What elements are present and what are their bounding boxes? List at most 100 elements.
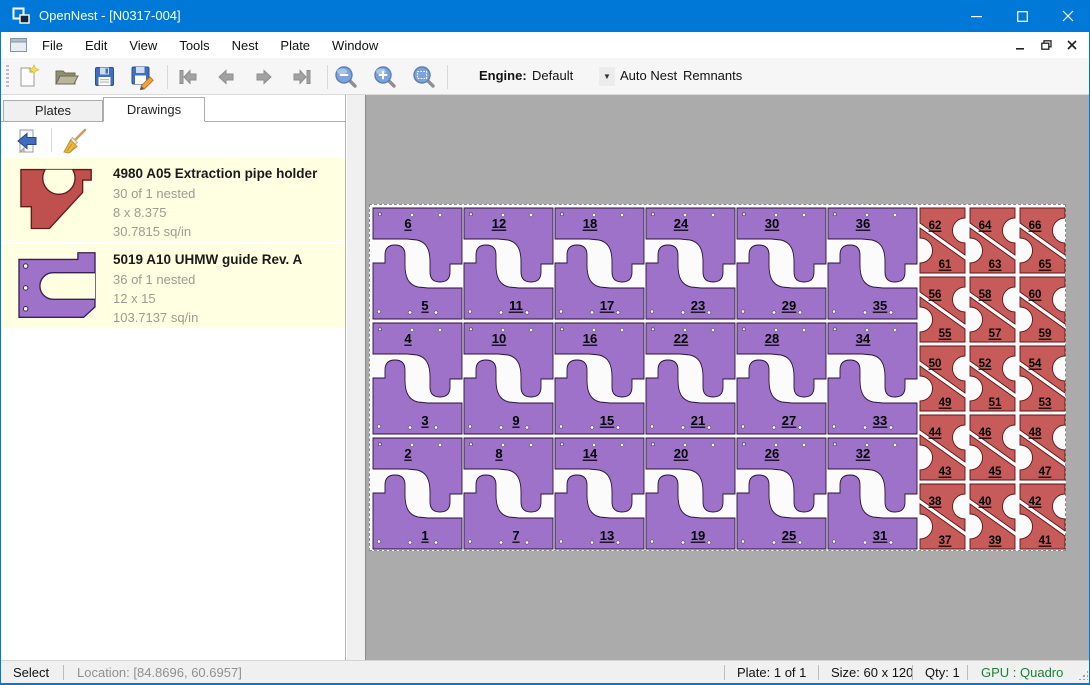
open-file-button[interactable] (51, 62, 81, 91)
nested-part-pair[interactable]: 21 (372, 437, 463, 550)
maximize-button[interactable] (999, 0, 1045, 32)
minimize-button[interactable] (953, 0, 999, 32)
nested-part-pair[interactable]: 66 65 (1018, 207, 1067, 274)
auto-nest-button[interactable]: Auto Nest (616, 58, 681, 95)
nested-part-pair[interactable]: 4241 (1018, 483, 1067, 550)
nested-part-pair[interactable]: 65 (372, 207, 463, 320)
nav-previous-button[interactable] (211, 62, 241, 91)
part-number: 49 (939, 397, 952, 409)
remnants-button[interactable]: Remnants (679, 58, 746, 95)
nested-part-pair[interactable]: 4645 (968, 414, 1017, 481)
nested-part-pair[interactable]: 43 (372, 322, 463, 435)
menu-item-window[interactable]: Window (321, 34, 389, 57)
menu-item-file[interactable]: File (31, 34, 74, 57)
save-icon (92, 64, 117, 89)
nested-part-pair[interactable]: 1413 (554, 437, 645, 550)
nested-part-pair[interactable]: 4847 (1018, 414, 1067, 481)
engine-dropdown-arrow-icon[interactable]: ▼ (599, 67, 615, 86)
nav-first-button[interactable] (173, 62, 203, 91)
drawing-list: 4980 A05 Extraction pipe holder 30 of 1 … (1, 158, 345, 330)
part-number: 35 (873, 298, 887, 313)
nested-part-pair[interactable]: 5251 (968, 345, 1017, 412)
nested-part-pair[interactable]: 3029 (736, 207, 827, 320)
part-number: 66 (1029, 220, 1042, 232)
nested-part-pair[interactable]: 3433 (827, 322, 918, 435)
menu-item-plate[interactable]: Plate (269, 34, 321, 57)
part-number: 55 (939, 328, 952, 340)
nested-part-pair[interactable]: 2625 (736, 437, 827, 550)
status-plate: Plate: 1 of 1 (737, 664, 806, 681)
nested-part-pair[interactable]: 5453 (1018, 345, 1067, 412)
part-number: 1 (421, 528, 428, 543)
nested-part-pair[interactable]: 1615 (554, 322, 645, 435)
save-as-button[interactable] (127, 62, 157, 91)
zoom-fit-button[interactable] (409, 62, 439, 91)
nested-part-pair[interactable]: 5655 (918, 276, 967, 343)
toolbar-separator (327, 65, 328, 89)
drawing-item[interactable]: 4980 A05 Extraction pipe holder 30 of 1 … (1, 158, 345, 242)
broom-icon (60, 127, 88, 155)
menu-item-edit[interactable]: Edit (74, 34, 118, 57)
panel-splitter[interactable] (347, 95, 365, 660)
import-drawing-button[interactable] (9, 125, 43, 156)
nested-part-pair[interactable]: 5049 (918, 345, 967, 412)
part-number: 65 (1039, 259, 1052, 271)
drawing-area: 30.7815 sq/in (113, 222, 317, 241)
part-number: 46 (979, 427, 992, 439)
new-file-button[interactable] (13, 62, 43, 91)
zoom-out-button[interactable] (331, 62, 361, 91)
nested-part-pair[interactable]: 2019 (645, 437, 736, 550)
drawing-item[interactable]: 5019 A10 UHMW guide Rev. A 36 of 1 neste… (1, 244, 345, 328)
nested-part-pair[interactable]: 1211 (463, 207, 554, 320)
nest-canvas[interactable]: 6512111817242330293635431091615222128273… (365, 95, 1090, 660)
part-number: 5 (421, 298, 428, 313)
status-separator (912, 665, 913, 680)
nested-part-pair[interactable]: 6059 (1018, 276, 1067, 343)
nested-part-pair[interactable]: 1817 (554, 207, 645, 320)
mdi-restore-button[interactable] (1035, 35, 1057, 55)
nav-next-button[interactable] (249, 62, 279, 91)
save-as-icon (129, 64, 155, 90)
drawings-toolbar (1, 122, 345, 158)
nested-part-pair[interactable]: 36 35 (827, 207, 918, 320)
nested-part-pair[interactable]: 2423 (645, 207, 736, 320)
clean-button[interactable] (57, 125, 91, 156)
plate[interactable]: 6512111817242330293635431091615222128273… (369, 204, 1066, 551)
part-number: 19 (691, 528, 705, 543)
part-number: 36 (856, 216, 870, 231)
nested-part-pair[interactable]: 5857 (968, 276, 1017, 343)
nested-part-pair[interactable]: 4443 (918, 414, 967, 481)
menu-item-tools[interactable]: Tools (168, 34, 220, 57)
nested-part-pair[interactable]: 2221 (645, 322, 736, 435)
part-number: 9 (512, 413, 519, 428)
nav-last-button[interactable] (287, 62, 317, 91)
menu-item-nest[interactable]: Nest (221, 34, 270, 57)
part-number: 39 (989, 535, 1002, 547)
nested-part-pair[interactable]: 6261 (918, 207, 967, 274)
tab-drawings[interactable]: Drawings (103, 97, 205, 122)
part-number: 11 (509, 298, 523, 313)
nested-part-pair[interactable]: 4039 (968, 483, 1017, 550)
status-mode: Select (13, 664, 49, 681)
mdi-minimize-button[interactable] (1009, 35, 1031, 55)
tab-plates[interactable]: Plates (3, 100, 103, 121)
menu-item-view[interactable]: View (118, 34, 168, 57)
part-number: 48 (1029, 427, 1042, 439)
nested-part-pair[interactable]: 2827 (736, 322, 827, 435)
toolbar-gripper[interactable] (6, 65, 9, 89)
mdi-close-button[interactable] (1061, 35, 1083, 55)
nested-part-pair[interactable]: 3231 (827, 437, 918, 550)
engine-select[interactable]: Default (532, 58, 573, 95)
zoom-in-button[interactable] (370, 62, 400, 91)
nested-part-pair[interactable]: 6463 (968, 207, 1017, 274)
nav-next-icon (251, 64, 277, 90)
nested-part-pair[interactable]: 3837 (918, 483, 967, 550)
part-number: 44 (929, 427, 942, 439)
part-number: 59 (1039, 328, 1052, 340)
nested-part-pair[interactable]: 109 (463, 322, 554, 435)
save-button[interactable] (89, 62, 119, 91)
close-button[interactable] (1045, 0, 1090, 32)
nested-part-pair[interactable]: 87 (463, 437, 554, 550)
toolbar-separator (447, 65, 448, 89)
part-number: 17 (600, 298, 614, 313)
